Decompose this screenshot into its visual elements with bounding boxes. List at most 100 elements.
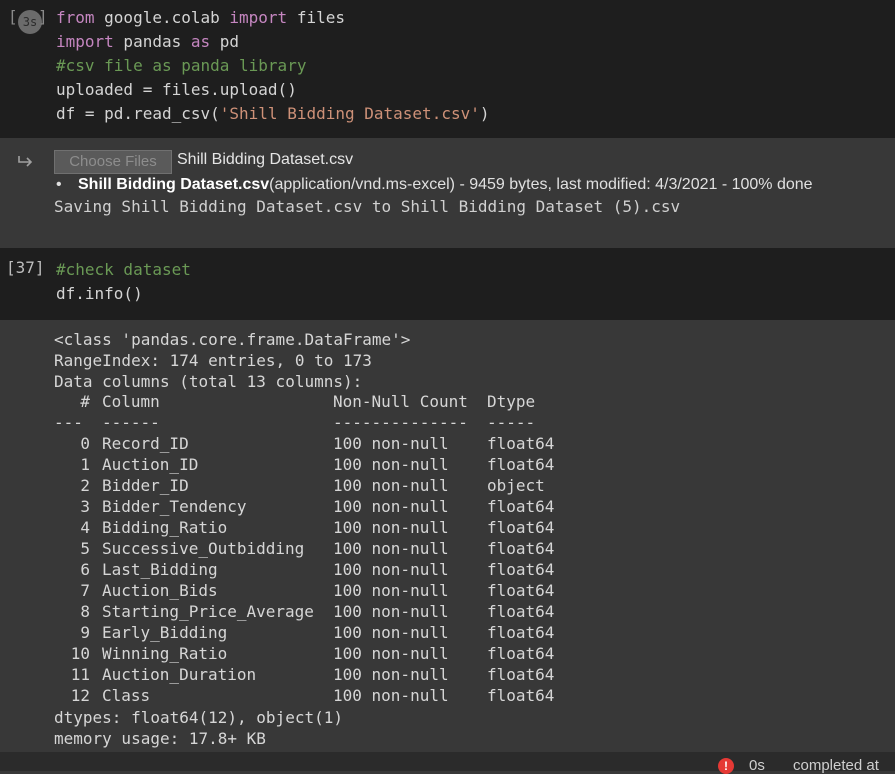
table-separator: --- ------ -------------- ----- — [54, 413, 535, 434]
row-column: Auction_Bids — [102, 581, 218, 600]
row-column: Class — [102, 686, 151, 705]
row-index: 0 — [80, 434, 90, 453]
row-index: 8 — [80, 602, 90, 621]
table-header: # Column Non-Null Count Dtype — [54, 392, 535, 413]
upload-file-name: Shill Bidding Dataset.csv — [78, 176, 270, 193]
row-dtype: float64 — [487, 560, 555, 579]
code-line[interactable]: uploaded = files.upload() — [56, 78, 297, 102]
code-token: 'Shill Bidding Dataset.csv' — [219, 104, 480, 123]
code-line[interactable]: #csv file as panda library — [56, 54, 306, 78]
row-count: 100 non-null — [333, 623, 449, 642]
code-token: pd — [210, 32, 240, 51]
code-line[interactable]: df = pd.read_csv('Shill Bidding Dataset.… — [56, 102, 490, 126]
row-index: 10 — [70, 644, 90, 663]
bracket-right: ] — [38, 7, 48, 26]
row-index: 1 — [80, 455, 90, 474]
row-index: 7 — [80, 581, 90, 600]
row-index: 12 — [70, 686, 90, 705]
col-count-header: Non-Null Count — [333, 392, 468, 411]
row-index: 4 — [80, 518, 90, 537]
row-index: 6 — [80, 560, 90, 579]
code-cell-info[interactable]: [37] #check dataset df.info() — [0, 248, 895, 320]
code-token: files — [287, 8, 345, 27]
row-dtype: float64 — [487, 497, 555, 516]
row-count: 100 non-null — [333, 602, 449, 621]
chosen-file-name: Shill Bidding Dataset.csv — [177, 151, 354, 168]
info-line: RangeIndex: 174 entries, 0 to 173 — [54, 351, 372, 370]
row-column: Auction_ID — [102, 455, 199, 474]
row-count: 100 non-null — [333, 644, 449, 663]
info-line: <class 'pandas.core.frame.DataFrame'> — [54, 330, 411, 349]
execution-count: [37] — [6, 258, 45, 277]
col-name-header: Column — [102, 392, 160, 411]
row-count: 100 non-null — [333, 497, 449, 516]
row-count: 100 non-null — [333, 665, 449, 684]
code-token: ) — [479, 104, 490, 123]
code-line[interactable]: df.info() — [56, 282, 143, 306]
error-icon[interactable]: ! — [718, 758, 734, 774]
col-idx-header: # — [80, 392, 90, 411]
row-count: 100 non-null — [333, 560, 449, 579]
bracket-left: [ — [8, 7, 18, 26]
code-token: df.info() — [56, 284, 143, 303]
col-type-header: Dtype — [487, 392, 536, 411]
row-dtype: float64 — [487, 581, 555, 600]
row-column: Bidder_ID — [102, 476, 189, 495]
row-count: 100 non-null — [333, 518, 449, 537]
code-token: import — [229, 8, 288, 27]
row-count: 100 non-null — [333, 434, 449, 453]
bullet: • — [56, 176, 62, 193]
row-index: 5 — [80, 539, 90, 558]
run-duration: 0s — [749, 757, 765, 774]
sep-col: ------ — [102, 413, 160, 432]
code-cell-upload[interactable]: [ 3s ] from google.colab import files imp… — [0, 0, 895, 138]
row-index: 11 — [70, 665, 90, 684]
row-column: Starting_Price_Average — [102, 602, 314, 621]
row-index: 9 — [80, 623, 90, 642]
info-line: Data columns (total 13 columns): — [54, 372, 363, 391]
upload-details: (application/vnd.ms-excel) - 9459 bytes,… — [269, 176, 813, 193]
row-dtype: float64 — [487, 434, 555, 453]
code-token: pandas — [113, 32, 191, 51]
upload-list-item: • Shill Bidding Dataset.csv(application/v… — [56, 176, 813, 194]
completion-status: completed at — [793, 757, 879, 774]
code-line[interactable]: from google.colab import files — [56, 6, 345, 30]
execution-count: [ 3s ] — [8, 7, 48, 34]
row-dtype: float64 — [487, 455, 555, 474]
row-count: 100 non-null — [333, 455, 449, 474]
row-index: 2 — [80, 476, 90, 495]
code-line[interactable]: #check dataset — [56, 258, 191, 282]
info-footer-line: memory usage: 17.8+ KB — [54, 729, 266, 748]
row-column: Bidder_Tendency — [102, 497, 247, 516]
row-count: 100 non-null — [333, 476, 449, 495]
info-footer-line: dtypes: float64(12), object(1) — [54, 708, 343, 727]
row-column: Auction_Duration — [102, 665, 257, 684]
row-column: Record_ID — [102, 434, 189, 453]
row-column: Last_Bidding — [102, 560, 218, 579]
code-token: google.colab — [94, 8, 230, 27]
code-line[interactable]: import pandas as pd — [56, 30, 239, 54]
row-count: 100 non-null — [333, 581, 449, 600]
choose-files-button[interactable]: Choose Files — [54, 150, 172, 174]
row-dtype: float64 — [487, 518, 555, 537]
row-dtype: float64 — [487, 644, 555, 663]
row-dtype: float64 — [487, 602, 555, 621]
row-dtype: float64 — [487, 623, 555, 642]
status-bar: ! 0s completed at — [0, 752, 895, 774]
row-dtype: object — [487, 476, 545, 495]
code-token: as — [190, 32, 211, 51]
saving-message: Saving Shill Bidding Dataset.csv to Shil… — [54, 197, 681, 216]
row-index: 3 — [80, 497, 90, 516]
row-column: Early_Bidding — [102, 623, 228, 642]
code-token: from — [56, 8, 95, 27]
row-count: 100 non-null — [333, 539, 449, 558]
output-arrow-icon[interactable] — [17, 154, 35, 170]
output-area-upload: Choose Files Shill Bidding Dataset.csv •… — [0, 138, 895, 248]
row-column: Winning_Ratio — [102, 644, 228, 663]
code-token: #check dataset — [56, 260, 191, 279]
row-dtype: float64 — [487, 665, 555, 684]
row-dtype: float64 — [487, 686, 555, 705]
code-token: import — [56, 32, 114, 51]
sep-cnt: -------------- — [333, 413, 468, 432]
code-token: df = pd.read_csv( — [56, 104, 220, 123]
